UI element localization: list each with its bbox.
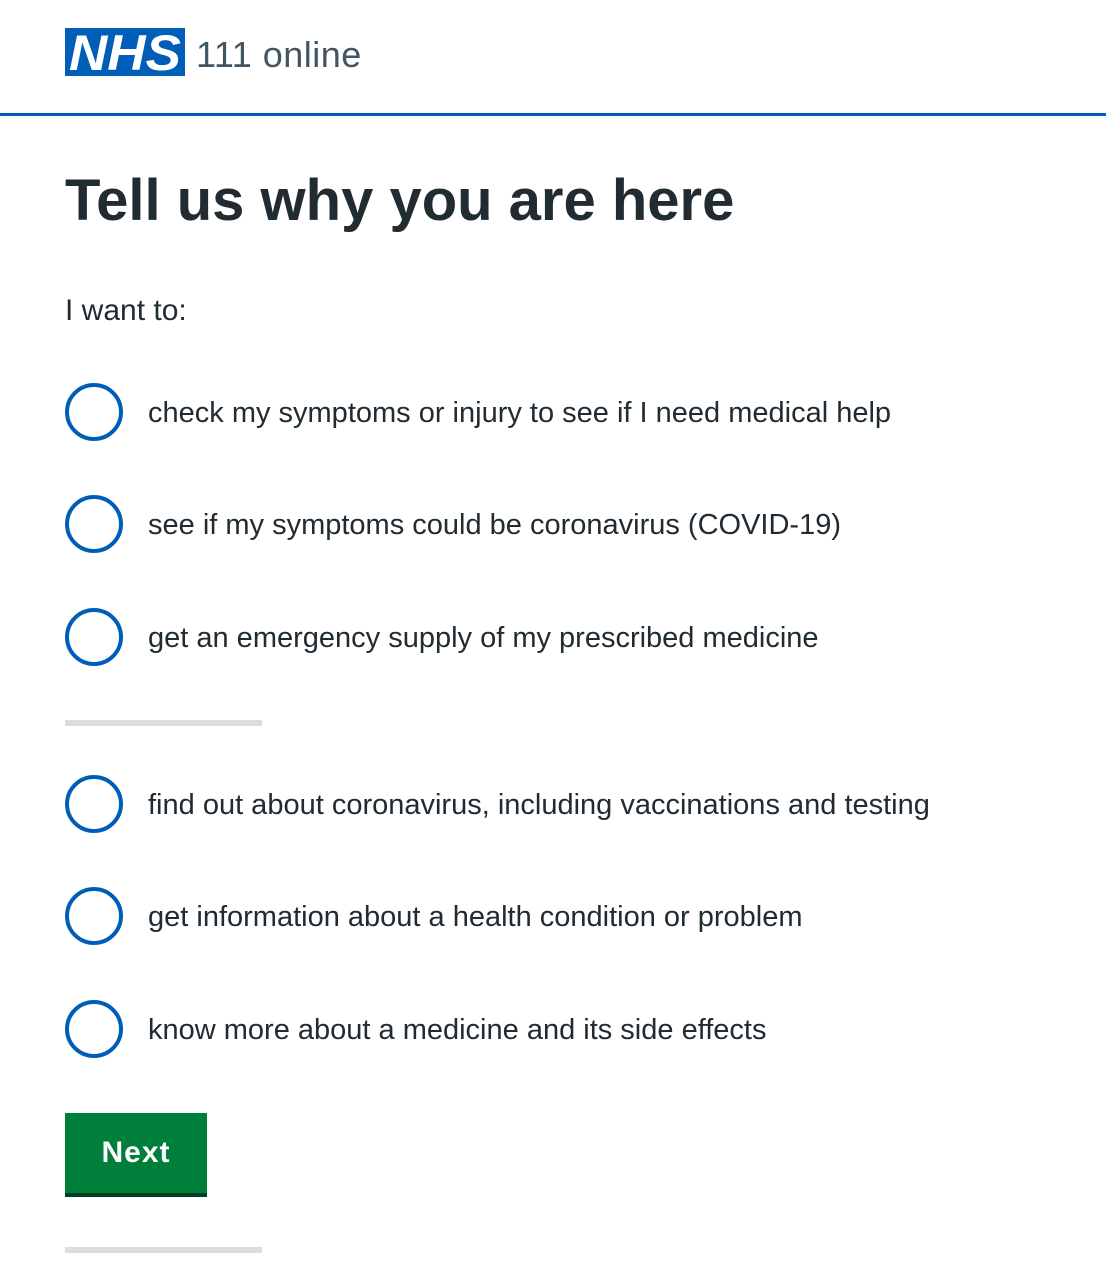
radio-unchecked-icon[interactable] — [65, 608, 123, 666]
radio-option-coronavirus-symptoms[interactable]: see if my symptoms could be coronavirus … — [65, 495, 1065, 555]
radio-option-emergency-medicine[interactable]: get an emergency supply of my prescribed… — [65, 608, 1065, 668]
nhs-logo-icon: NHS — [69, 28, 181, 76]
site-header: NHS 111 online — [0, 0, 1106, 116]
section-divider — [65, 720, 262, 726]
radio-option-check-symptoms[interactable]: check my symptoms or injury to see if I … — [65, 383, 1065, 443]
radio-option-medicine-info[interactable]: know more about a medicine and its side … — [65, 1000, 1065, 1060]
radio-unchecked-icon[interactable] — [65, 887, 123, 945]
radio-option-health-condition[interactable]: get information about a health condition… — [65, 887, 1065, 947]
radio-option-coronavirus-info[interactable]: find out about coronavirus, including va… — [65, 775, 1065, 835]
radio-label[interactable]: see if my symptoms could be coronavirus … — [148, 507, 841, 543]
next-button[interactable]: Next — [65, 1113, 207, 1197]
svg-text:NHS: NHS — [69, 28, 181, 76]
radio-label[interactable]: get an emergency supply of my prescribed… — [148, 620, 819, 656]
radio-unchecked-icon[interactable] — [65, 383, 123, 441]
radio-unchecked-icon[interactable] — [65, 775, 123, 833]
radio-label[interactable]: check my symptoms or injury to see if I … — [148, 395, 891, 431]
service-name[interactable]: 111 online — [196, 34, 362, 76]
question-hint: I want to: — [65, 294, 187, 327]
radio-unchecked-icon[interactable] — [65, 495, 123, 553]
bottom-divider — [65, 1247, 262, 1253]
radio-label[interactable]: know more about a medicine and its side … — [148, 1012, 766, 1048]
radio-label[interactable]: get information about a health condition… — [148, 899, 803, 935]
radio-label[interactable]: find out about coronavirus, including va… — [148, 787, 930, 823]
nhs-logo[interactable]: NHS — [65, 28, 185, 76]
radio-unchecked-icon[interactable] — [65, 1000, 123, 1058]
page-title: Tell us why you are here — [65, 168, 735, 233]
